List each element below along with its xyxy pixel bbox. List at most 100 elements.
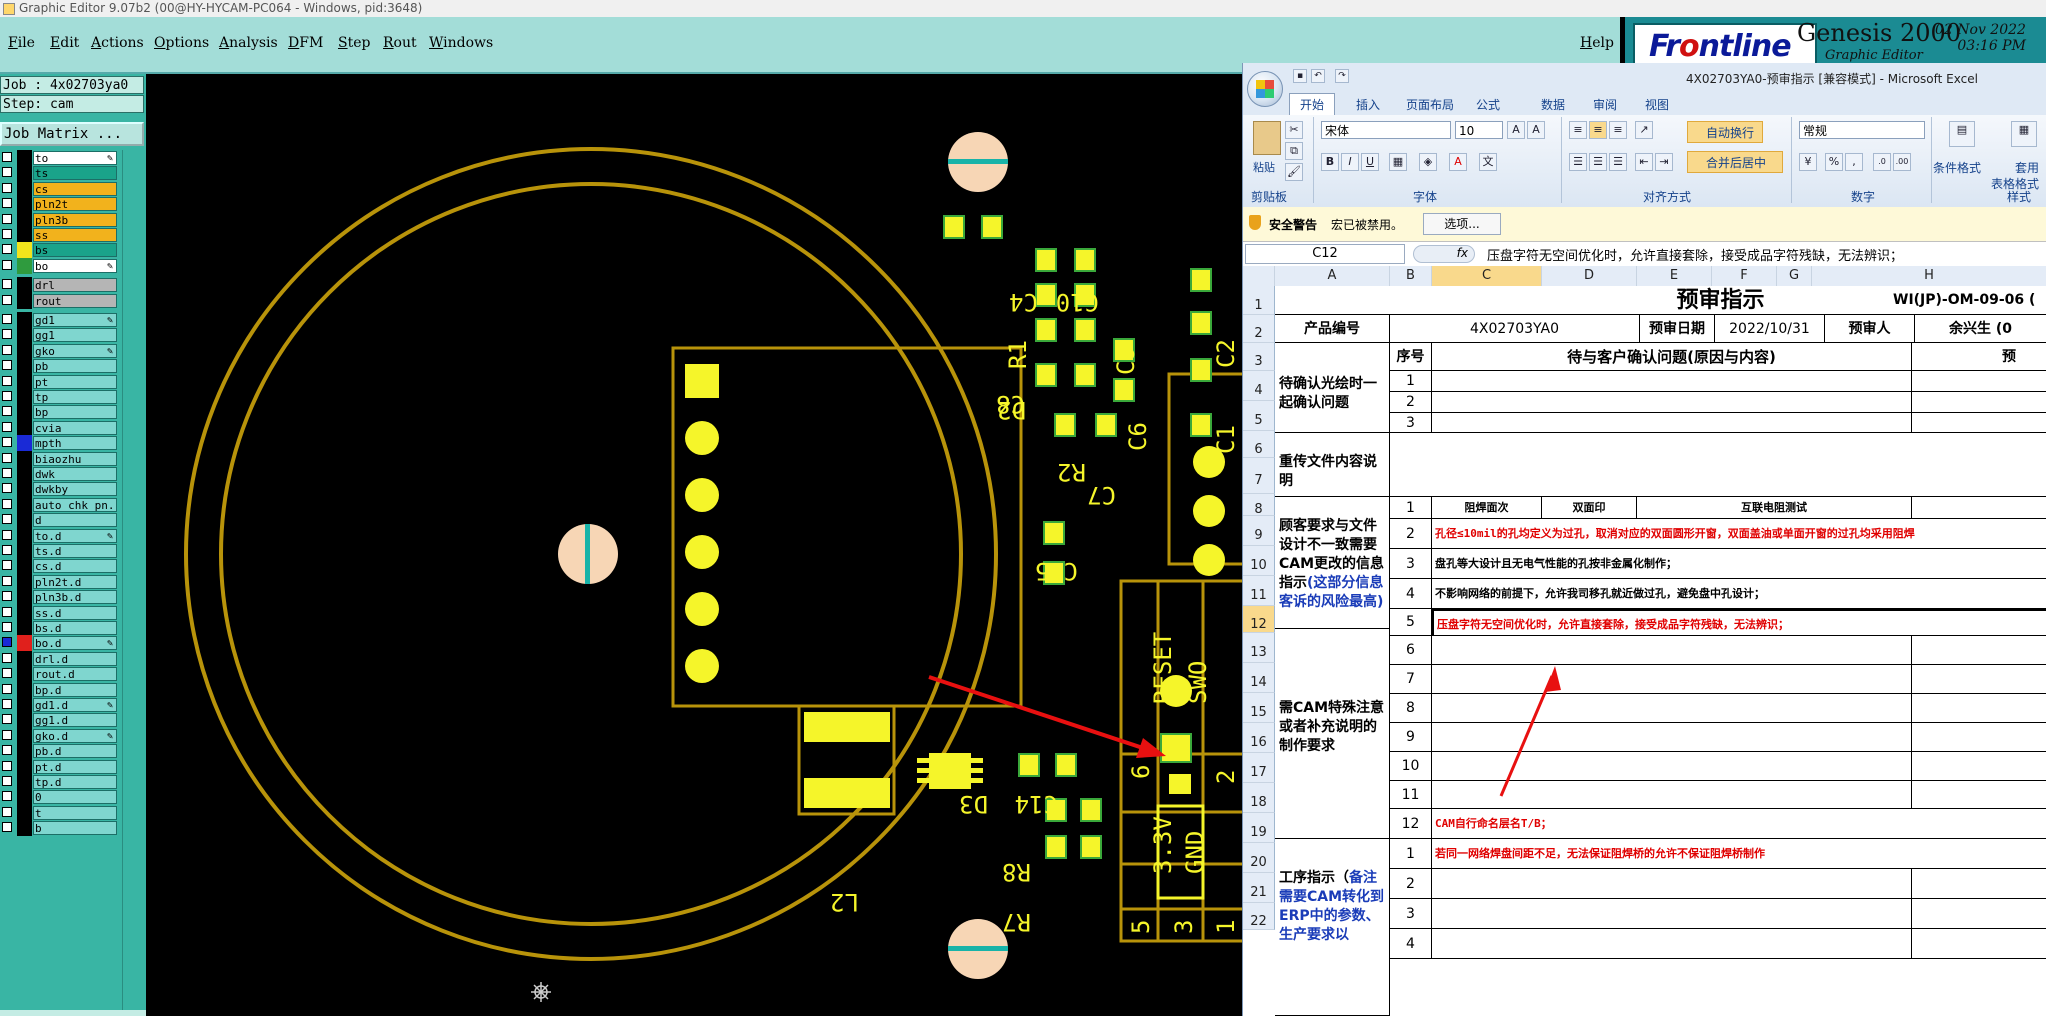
menu-edit[interactable]: Edit <box>50 35 79 51</box>
layer-checkbox[interactable] <box>2 606 12 617</box>
layer-checkbox[interactable] <box>2 167 12 178</box>
layer-checkbox[interactable] <box>2 545 12 555</box>
layer-color-swatch[interactable] <box>17 543 32 559</box>
layer-name[interactable]: gko.d ✎ <box>33 728 117 743</box>
tab-page-layout[interactable]: 页面布局 <box>1406 96 1454 113</box>
layer-row[interactable]: mpth <box>0 435 118 452</box>
menu-analysis[interactable]: Analysis <box>219 35 278 51</box>
undo-icon[interactable]: ↶ <box>1311 69 1325 83</box>
layer-name[interactable]: pln2t.d <box>33 574 117 589</box>
layer-name[interactable]: pln3b <box>33 212 117 227</box>
layer-row[interactable]: pln2t <box>0 196 118 213</box>
layer-row[interactable]: tp.d <box>0 774 118 790</box>
layer-color-swatch[interactable] <box>17 573 32 590</box>
bold-icon[interactable]: B <box>1321 153 1339 171</box>
table-format-button[interactable]: 套用 <box>2015 159 2039 176</box>
layer-row[interactable]: ts.d <box>0 543 118 559</box>
layer-color-swatch[interactable] <box>17 404 32 421</box>
layer-checkbox[interactable] <box>2 360 12 371</box>
scrollbar-thumb[interactable] <box>122 150 143 1010</box>
tab-insert[interactable]: 插入 <box>1356 96 1380 113</box>
grow-font-icon[interactable]: A <box>1507 121 1525 139</box>
decrease-decimal-icon[interactable]: .00 <box>1893 153 1911 171</box>
layer-color-swatch[interactable] <box>17 558 32 575</box>
layer-name[interactable]: pt <box>33 374 117 389</box>
layer-row[interactable]: bs <box>0 242 118 259</box>
layer-color-swatch[interactable] <box>17 277 32 294</box>
layer-checkbox[interactable] <box>2 560 12 571</box>
layer-checkbox[interactable] <box>2 822 12 833</box>
layer-checkbox[interactable] <box>2 259 12 270</box>
layer-name[interactable]: pln3b.d <box>33 590 117 605</box>
layer-name[interactable]: bs.d <box>33 621 117 635</box>
layer-row[interactable]: ss <box>0 227 118 243</box>
layer-row[interactable]: pb.d <box>0 743 118 760</box>
layer-name[interactable]: gg1.d <box>33 713 117 728</box>
layer-checkbox[interactable] <box>2 652 12 663</box>
layer-name[interactable]: tp <box>33 390 117 404</box>
wrap-text-button[interactable]: 自动换行 <box>1687 121 1763 143</box>
format-painter-icon[interactable]: 🖌 <box>1285 163 1303 181</box>
layer-name[interactable]: cvia <box>33 420 117 435</box>
office-button[interactable] <box>1247 71 1283 107</box>
redo-icon[interactable]: ↷ <box>1335 69 1349 83</box>
layer-row[interactable]: bo.d ✎ <box>0 635 118 652</box>
layer-checkbox[interactable] <box>2 421 12 432</box>
layer-name[interactable]: rout <box>33 293 117 308</box>
layer-row[interactable]: tp <box>0 389 118 405</box>
layer-checkbox[interactable] <box>2 198 12 209</box>
layer-name[interactable]: ts <box>33 166 117 181</box>
layer-name[interactable]: drl.d <box>33 651 117 666</box>
menu-file[interactable]: File <box>8 35 35 51</box>
layer-checkbox[interactable] <box>2 406 12 417</box>
align-center-icon[interactable]: ☰ <box>1589 153 1607 171</box>
layer-color-swatch[interactable] <box>17 589 32 606</box>
decrease-indent-icon[interactable]: ⇤ <box>1635 153 1653 171</box>
tab-formulas[interactable]: 公式 <box>1476 96 1500 113</box>
tab-view[interactable]: 视图 <box>1645 96 1669 113</box>
layer-row[interactable]: gko.d ✎ <box>0 727 118 744</box>
layer-color-swatch[interactable] <box>17 635 32 652</box>
underline-icon[interactable]: U <box>1361 153 1379 171</box>
cut-icon[interactable]: ✂ <box>1285 121 1303 139</box>
menu-options[interactable]: Options <box>154 35 209 51</box>
layer-color-swatch[interactable] <box>17 804 32 821</box>
tab-home[interactable]: 开始 <box>1289 93 1336 115</box>
tab-review[interactable]: 审阅 <box>1593 96 1617 113</box>
layer-checkbox[interactable] <box>2 375 12 386</box>
layer-name[interactable]: tp.d <box>33 775 117 789</box>
layer-checkbox[interactable] <box>2 575 12 586</box>
layer-name[interactable]: 0 <box>33 790 117 805</box>
layer-color-swatch[interactable] <box>17 604 32 621</box>
font-name-select[interactable]: 宋体 <box>1321 121 1451 139</box>
layer-color-swatch[interactable] <box>17 450 32 467</box>
formula-input[interactable]: 压盘字符无空间优化时，允许直接套除，接受成品字符残缺，无法辨识； <box>1487 245 1903 264</box>
menu-rout[interactable]: Rout <box>383 35 417 51</box>
layer-row[interactable]: dwkby <box>0 481 118 498</box>
layer-name[interactable]: dwk <box>33 467 117 481</box>
layer-checkbox[interactable] <box>2 279 12 290</box>
percent-icon[interactable]: % <box>1825 153 1843 171</box>
layer-row[interactable]: b <box>0 820 118 837</box>
layer-name[interactable]: ss <box>33 228 117 242</box>
layer-row[interactable]: cvia <box>0 419 118 436</box>
layer-checkbox[interactable] <box>2 622 12 632</box>
layer-row[interactable]: to ✎ <box>0 150 118 166</box>
layer-row[interactable]: 0 <box>0 789 118 806</box>
layer-row[interactable]: bo ✎ <box>0 257 118 274</box>
save-icon[interactable]: ▪ <box>1293 69 1307 83</box>
layer-checkbox[interactable] <box>2 483 12 494</box>
layer-checkbox[interactable] <box>2 229 12 239</box>
merge-center-button[interactable]: 合并后居中 <box>1687 151 1783 173</box>
layer-name[interactable]: cs.d <box>33 559 117 574</box>
job-matrix-button[interactable]: Job Matrix ... <box>0 122 144 146</box>
worksheet[interactable]: ABCDEFGH 1 2 3 4 5 6 7 8 9 10 11 12 13 14 15 16 17 18 19 20… <box>1243 266 2046 1016</box>
layer-name[interactable]: pb.d <box>33 744 117 759</box>
layer-name[interactable]: gd1 ✎ <box>33 313 117 327</box>
layer-checkbox[interactable] <box>2 714 12 725</box>
layer-row[interactable]: biaozhu <box>0 450 118 467</box>
tab-data[interactable]: 数据 <box>1541 96 1565 113</box>
layer-scrollbar[interactable] <box>120 150 144 1010</box>
layer-color-swatch[interactable] <box>17 211 32 228</box>
layer-color-swatch[interactable] <box>17 373 32 390</box>
